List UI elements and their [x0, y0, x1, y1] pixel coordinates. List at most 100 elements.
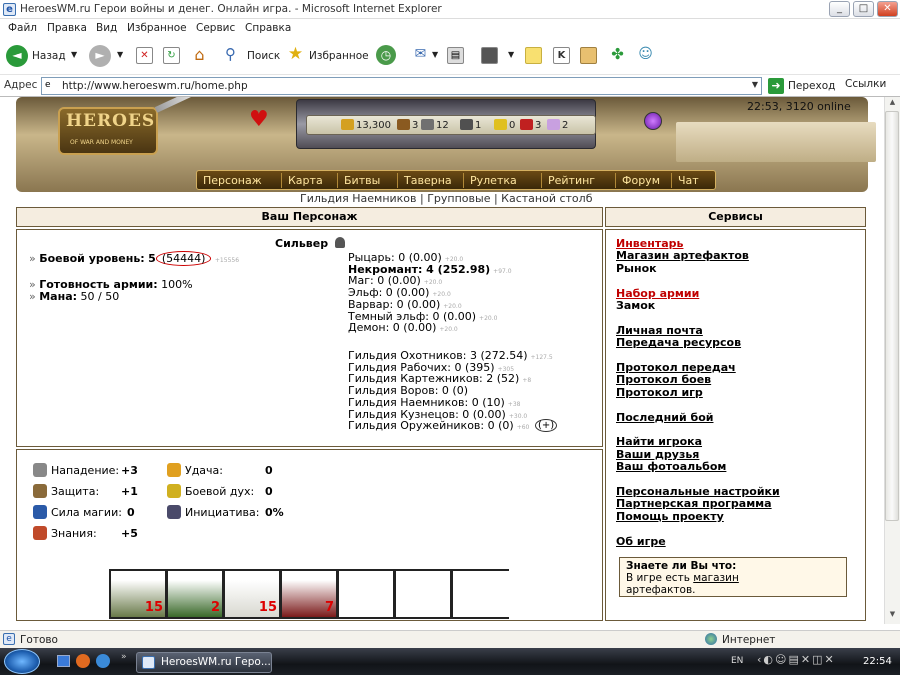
- service-link-20[interactable]: Персональные настройки: [616, 485, 780, 498]
- service-link-11[interactable]: Протокол боев: [616, 373, 711, 386]
- address-input[interactable]: http://www.heroeswm.ru/home.php: [62, 80, 248, 92]
- taskbar: » HeroesWM.ru Геро... EN ‹◐☺▤✕◫✕ 22:54: [0, 648, 900, 675]
- scroll-up-icon[interactable]: ▲: [886, 98, 899, 110]
- home-icon[interactable]: ⌂: [191, 47, 208, 64]
- minimize-button[interactable]: _: [829, 1, 850, 17]
- nav-0[interactable]: Персонаж: [197, 173, 268, 188]
- service-link-10[interactable]: Протокол передач: [616, 361, 736, 374]
- forward-dropdown-icon[interactable]: ▼: [117, 50, 123, 59]
- army-slot-5[interactable]: [396, 571, 452, 617]
- service-link-14[interactable]: Последний бой: [616, 411, 713, 424]
- menu-bar: Файл Правка Вид Избранное Сервис Справка: [0, 19, 900, 39]
- quicklaunch-expand-icon[interactable]: »: [121, 652, 127, 662]
- army-slot-6[interactable]: [453, 571, 509, 617]
- army-slot-4[interactable]: [339, 571, 395, 617]
- quicklaunch-ie-icon[interactable]: [96, 654, 110, 668]
- attribute-value-4: 0: [265, 464, 273, 477]
- print-icon[interactable]: ▤: [447, 47, 464, 64]
- forward-icon[interactable]: ►: [89, 45, 111, 67]
- nav-6[interactable]: Форум: [615, 173, 666, 188]
- service-link-0[interactable]: Инвентарь: [616, 237, 683, 250]
- tip-link[interactable]: магазин: [693, 572, 739, 584]
- start-button[interactable]: [4, 649, 40, 674]
- taskbar-window-label: HeroesWM.ru Геро...: [161, 656, 271, 668]
- attribute-icon-3: [33, 526, 47, 540]
- close-button[interactable]: ✕: [877, 1, 898, 17]
- menu-file[interactable]: Файл: [8, 22, 37, 34]
- messenger-icon[interactable]: ☺: [637, 47, 654, 64]
- address-label: Адрес: [4, 79, 38, 91]
- army-slot-1[interactable]: 2: [168, 571, 224, 617]
- nav-7[interactable]: Чат: [671, 173, 705, 188]
- menu-view[interactable]: Вид: [96, 22, 117, 34]
- back-icon[interactable]: ◄: [6, 45, 28, 67]
- service-link-8[interactable]: Передача ресурсов: [616, 336, 741, 349]
- service-link-22[interactable]: Помощь проекту: [616, 510, 724, 523]
- nav-2[interactable]: Битвы: [337, 173, 386, 188]
- address-bar: Адрес e http://www.heroeswm.ru/home.php …: [0, 75, 900, 97]
- clover-icon[interactable]: ✤: [609, 47, 626, 64]
- search-icon[interactable]: ⚲: [222, 47, 239, 64]
- research-icon[interactable]: [580, 47, 597, 64]
- stat-character.factions-delta-1: +97.0: [493, 267, 512, 275]
- service-link-21[interactable]: Партнерская программа: [616, 497, 772, 510]
- back-dropdown-icon[interactable]: ▼: [71, 50, 77, 59]
- edit-icon[interactable]: [481, 47, 498, 64]
- resource-4: 0: [494, 119, 515, 131]
- sub-navigation[interactable]: Гильдия Наемников | Групповые | Кастаной…: [300, 192, 592, 205]
- scroll-down-icon[interactable]: ▼: [886, 610, 899, 622]
- edit-dropdown-icon[interactable]: ▼: [508, 50, 514, 59]
- menu-favorites[interactable]: Избранное: [127, 22, 187, 34]
- service-link-1[interactable]: Магазин артефактов: [616, 249, 749, 262]
- service-link-18[interactable]: Ваш фотоальбом: [616, 460, 726, 473]
- mail-icon[interactable]: ✉: [412, 47, 429, 64]
- mail-dropdown-icon[interactable]: ▼: [432, 50, 438, 59]
- nav-1[interactable]: Карта: [281, 173, 329, 188]
- service-link-2[interactable]: Рынок: [616, 262, 657, 275]
- service-link-16[interactable]: Найти игрока: [616, 435, 702, 448]
- search-button[interactable]: Поиск: [247, 50, 280, 62]
- maximize-button[interactable]: □: [853, 1, 874, 17]
- army-slot-2[interactable]: 15: [225, 571, 281, 617]
- service-link-12[interactable]: Протокол игр: [616, 386, 703, 399]
- army-slot-0[interactable]: 15: [111, 571, 167, 617]
- language-indicator[interactable]: EN: [731, 656, 743, 666]
- favorites-button[interactable]: Избранное: [309, 50, 369, 62]
- service-link-24[interactable]: Об игре: [616, 535, 666, 548]
- address-dropdown-icon[interactable]: ▼: [752, 80, 758, 89]
- army-slot-3[interactable]: 7: [282, 571, 338, 617]
- online-counter: 22:53, 3120 online: [747, 100, 851, 113]
- menu-edit[interactable]: Правка: [47, 22, 87, 34]
- notes-icon[interactable]: [525, 47, 542, 64]
- service-link-7[interactable]: Личная почта: [616, 324, 703, 337]
- resource-icon-4: [494, 119, 507, 130]
- nav-4[interactable]: Рулетка: [463, 173, 523, 188]
- taskbar-ie-window[interactable]: HeroesWM.ru Геро...: [136, 652, 272, 673]
- history-icon[interactable]: ◷: [376, 45, 396, 65]
- quicklaunch-desktop-icon[interactable]: [57, 655, 70, 667]
- system-tray-icons[interactable]: ‹◐☺▤✕◫✕: [757, 653, 857, 669]
- guild-more-button[interactable]: (+): [535, 419, 558, 433]
- links-button[interactable]: Ссылки: [845, 78, 886, 90]
- menu-tools[interactable]: Сервис: [196, 22, 235, 34]
- service-link-17[interactable]: Ваши друзья: [616, 448, 699, 461]
- back-button[interactable]: Назад: [32, 50, 66, 62]
- go-button[interactable]: Переход: [788, 80, 835, 92]
- game-logo[interactable]: HEROES OF WAR AND MONEY: [58, 107, 158, 155]
- quicklaunch-browser-icon[interactable]: [76, 654, 90, 668]
- stop-icon[interactable]: ✕: [136, 47, 153, 64]
- refresh-icon[interactable]: ↻: [163, 47, 180, 64]
- menu-help[interactable]: Справка: [245, 22, 291, 34]
- attribute-label-1: Защита:: [51, 485, 100, 498]
- scroll-thumb[interactable]: [885, 111, 899, 521]
- nav-3[interactable]: Таверна: [397, 173, 458, 188]
- k-icon[interactable]: K: [553, 47, 570, 64]
- resource-icon-5: [520, 119, 533, 130]
- service-link-4[interactable]: Набор армии: [616, 287, 699, 300]
- attribute-label-0: Нападение:: [51, 464, 120, 477]
- go-arrow-icon[interactable]: ➜: [768, 78, 784, 94]
- address-field[interactable]: e http://www.heroeswm.ru/home.php ▼: [41, 77, 762, 95]
- nav-5[interactable]: Рейтинг: [541, 173, 601, 188]
- service-link-5[interactable]: Замок: [616, 299, 655, 312]
- favorites-star-icon[interactable]: ★: [287, 46, 304, 64]
